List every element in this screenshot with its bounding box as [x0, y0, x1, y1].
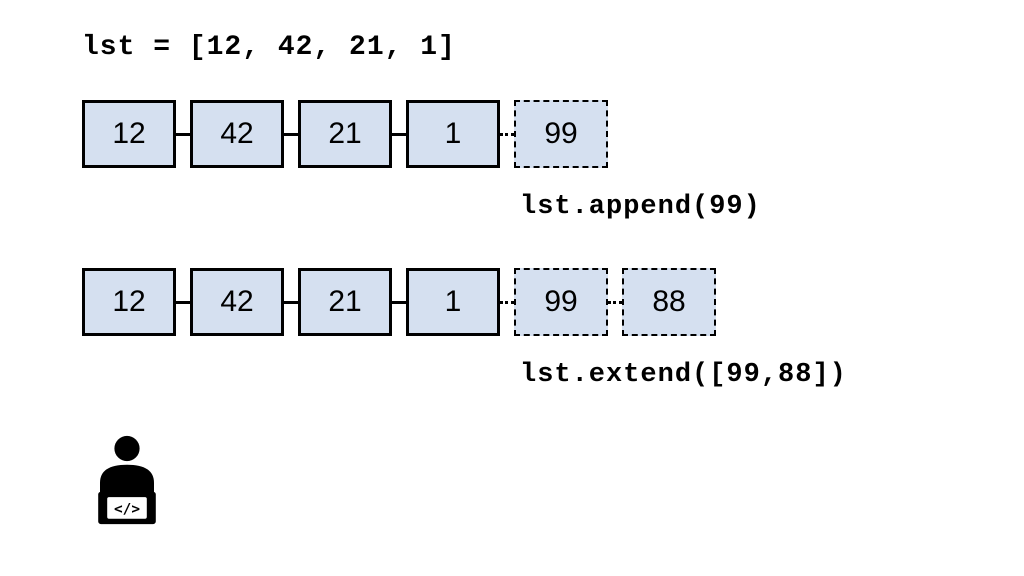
extend-row: 12 42 21 1 99 88 [82, 268, 716, 336]
append-caption: lst.append(99) [520, 192, 761, 222]
programmer-icon: </> [82, 430, 172, 530]
list-cell: 1 [406, 268, 500, 336]
list-cell: 21 [298, 268, 392, 336]
list-assignment-code: lst = [12, 42, 21, 1] [82, 32, 456, 63]
connector [392, 301, 406, 304]
list-cell: 1 [406, 100, 500, 168]
connector [176, 133, 190, 136]
extended-cell: 88 [622, 268, 716, 336]
appended-cell: 99 [514, 100, 608, 168]
connector-dotted [608, 301, 622, 304]
connector [284, 133, 298, 136]
svg-text:</>: </> [114, 501, 140, 517]
list-cell: 42 [190, 268, 284, 336]
connector-dotted [500, 301, 514, 304]
connector-dotted [500, 133, 514, 136]
append-row: 12 42 21 1 99 [82, 100, 608, 168]
list-cell: 12 [82, 100, 176, 168]
connector [284, 301, 298, 304]
list-cell: 12 [82, 268, 176, 336]
extended-cell: 99 [514, 268, 608, 336]
extend-caption: lst.extend([99,88]) [520, 360, 847, 390]
list-cell: 21 [298, 100, 392, 168]
connector [176, 301, 190, 304]
connector [392, 133, 406, 136]
list-cell: 42 [190, 100, 284, 168]
